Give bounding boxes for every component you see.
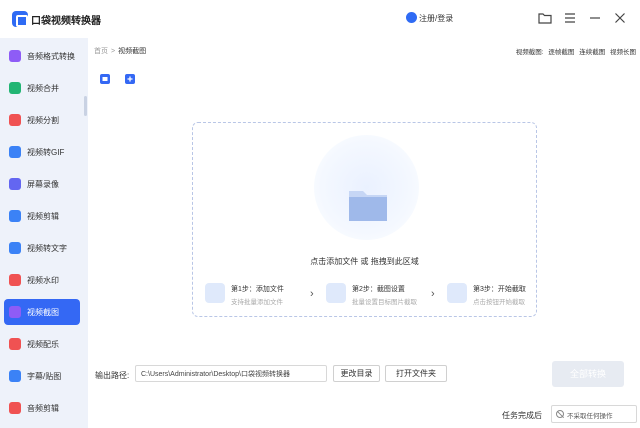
folder-illustration-icon: [347, 183, 389, 223]
screen-record-icon: [9, 178, 21, 190]
file-drop-zone[interactable]: 点击添加文件 或 拖拽到此区域 第1步：添加文件 支持批量添加文件 › 第2步：…: [192, 122, 537, 317]
add-file-icon[interactable]: [99, 73, 111, 85]
continuous-screenshot-link[interactable]: 连续截图: [579, 49, 605, 56]
step-3: 第3步：开始截取 点击按钮开始截取: [447, 283, 535, 307]
close-icon[interactable]: [612, 10, 628, 26]
sidebar-item-label: 视频转GIF: [27, 148, 65, 157]
sidebar-item[interactable]: 视频剪辑: [4, 203, 80, 229]
folder-icon[interactable]: [537, 10, 553, 26]
step-title: 第2步：截图设置: [352, 286, 405, 293]
step-desc: 点击按钮开始截取: [473, 299, 525, 306]
chevron-right-icon: ›: [431, 288, 435, 300]
minimize-icon[interactable]: [587, 10, 603, 26]
sidebar-scrollbar[interactable]: [84, 96, 87, 116]
screenshot-mode-links: 视频截图: 逐帧截图 连续截图 视频长图: [513, 46, 636, 56]
step-2: 第2步：截图设置 批量设置目标图片截取: [326, 283, 430, 307]
long-image-link[interactable]: 视频长图: [610, 49, 636, 56]
step-desc: 支持批量添加文件: [231, 299, 283, 306]
sidebar-item-label: 视频剪辑: [27, 212, 59, 221]
sidebar-item-label: 视频转文字: [27, 244, 67, 253]
breadcrumb-current: 视频截图: [118, 48, 147, 55]
breadcrumb-home[interactable]: 首页: [94, 48, 108, 55]
sidebar-item[interactable]: 视频配乐: [4, 331, 80, 357]
settings-step-icon: [326, 283, 346, 303]
video-gif-icon: [9, 146, 21, 158]
step-1: 第1步：添加文件 支持批量添加文件: [205, 283, 309, 307]
step-desc: 批量设置目标图片截取: [352, 299, 417, 306]
user-icon[interactable]: [406, 12, 417, 23]
step-title: 第1步：添加文件: [231, 286, 284, 293]
sidebar-item[interactable]: 视频转GIF: [4, 139, 80, 165]
sidebar-item-label: 视频配乐: [27, 340, 59, 349]
task-complete-label: 任务完成后: [502, 411, 542, 420]
app-title: 口袋视频转换器: [31, 16, 101, 27]
sidebar-item-label: 视频截图: [27, 308, 59, 317]
sidebar-item-label: 音频格式转换: [27, 52, 75, 61]
video-merge-icon: [9, 82, 21, 94]
screenshot-mode-label: 视频截图:: [515, 49, 544, 56]
app-logo-icon: [12, 11, 28, 27]
sidebar-item[interactable]: 视频合并: [4, 75, 80, 101]
task-complete-value: 不采取任何操作: [567, 413, 613, 420]
add-file-step-icon: [205, 283, 225, 303]
video-edit-icon: [9, 210, 21, 222]
login-link[interactable]: 注册/登录: [419, 13, 453, 24]
sidebar-item[interactable]: 视频水印: [4, 267, 80, 293]
sidebar-item[interactable]: 视频转文字: [4, 235, 80, 261]
drop-zone-text: 点击添加文件 或 拖拽到此区域: [310, 257, 419, 266]
sidebar-item-label: 音频剪辑: [27, 404, 59, 413]
video-watermark-icon: [9, 274, 21, 286]
sidebar-item[interactable]: 音频剪辑: [4, 395, 80, 421]
add-folder-icon[interactable]: [124, 73, 136, 85]
title-bar: 口袋视频转换器 注册/登录: [0, 0, 640, 38]
sidebar-item-label: 字幕/贴图: [27, 372, 62, 381]
sidebar-item[interactable]: 字幕/贴图: [4, 363, 80, 389]
audio-format-icon: [9, 50, 21, 62]
chevron-right-icon: ›: [310, 288, 314, 300]
capture-step-icon: [447, 283, 467, 303]
task-complete-select[interactable]: 不采取任何操作: [551, 405, 637, 423]
sidebar-item[interactable]: 视频分割: [4, 107, 80, 133]
sidebar-item-label: 视频分割: [27, 116, 59, 125]
sidebar: 音频格式转换 视频合并视频分割视频转GIF 屏幕录像视频剪辑视频转文字视频水印视频截…: [0, 38, 88, 428]
video-music-icon: [9, 338, 21, 350]
sidebar-item-label: 屏幕录像: [27, 180, 59, 189]
change-dir-button[interactable]: 更改目录: [333, 365, 380, 382]
output-path-field[interactable]: C:\Users\Administrator\Desktop\口袋视频转换器: [135, 365, 327, 382]
sidebar-item[interactable]: 视频截图: [4, 299, 80, 325]
video-text-icon: [9, 242, 21, 254]
open-folder-button[interactable]: 打开文件夹: [385, 365, 447, 382]
audio-edit-icon: [9, 402, 21, 414]
subtitle-sticker-icon: [9, 370, 21, 382]
frame-screenshot-link[interactable]: 逐帧截图: [548, 49, 574, 56]
menu-icon[interactable]: [562, 10, 578, 26]
convert-all-button[interactable]: 全部转换: [552, 361, 624, 387]
breadcrumb: 首页 > 视频截图: [94, 46, 146, 56]
sidebar-item-label: 视频水印: [27, 276, 59, 285]
sidebar-item-label: 视频合并: [27, 84, 59, 93]
sidebar-item[interactable]: 屏幕录像: [4, 171, 80, 197]
video-screenshot-icon: [9, 306, 21, 318]
prohibited-icon: [556, 410, 564, 418]
breadcrumb-separator: >: [111, 48, 116, 55]
video-split-icon: [9, 114, 21, 126]
step-title: 第3步：开始截取: [473, 286, 526, 293]
output-path-label: 输出路径:: [95, 371, 130, 380]
sidebar-item[interactable]: 音频格式转换: [4, 43, 80, 69]
